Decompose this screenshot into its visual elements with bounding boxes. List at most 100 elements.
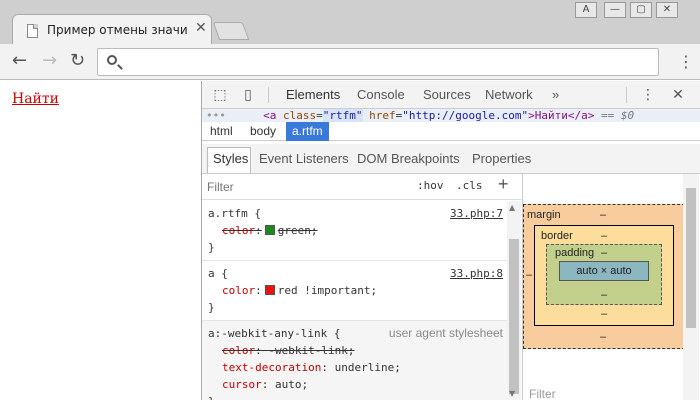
rule-property: cursor: auto; — [222, 378, 309, 391]
attr-class-name: class — [283, 109, 317, 122]
tab-elements[interactable]: Elements — [279, 87, 347, 111]
rule-property: color: -webkit-link; — [222, 344, 355, 357]
address-bar[interactable] — [97, 48, 659, 76]
browser-menu-icon[interactable]: ⋮ — [678, 52, 694, 72]
selected-element-line[interactable]: ••• <a class="rtfm" href="http://google.… — [202, 109, 700, 122]
page-icon — [27, 24, 38, 38]
browser-tab[interactable]: Пример отмены значимости ✕ — [12, 14, 212, 46]
styles-subtabs: Styles Event Listeners DOM Breakpoints P… — [202, 144, 700, 174]
divider — [268, 87, 269, 103]
rule-source-label: user agent stylesheet — [388, 326, 503, 340]
border-bottom-value[interactable]: – — [601, 308, 607, 320]
scrollbar-thumb[interactable] — [686, 188, 696, 328]
rule-property: text-decoration: underline; — [222, 361, 401, 374]
devtools-panel: ⬚ ▯ Elements Console Sources Network » ⋮… — [201, 81, 700, 400]
box-model-padding[interactable]: padding – – auto × auto — [546, 244, 662, 305]
element-text: >Найти</a> — [528, 109, 595, 122]
rule-property[interactable]: color: red !important; — [208, 282, 501, 299]
browser-toolbar: ← → ↻ ⋮ — [0, 44, 700, 80]
rule-close: } — [208, 241, 215, 254]
margin-bottom-value[interactable]: – — [600, 331, 606, 343]
search-icon — [107, 55, 117, 65]
subtab-event-listeners[interactable]: Event Listeners — [259, 151, 349, 166]
rule-source-link[interactable]: 33.php:7 — [450, 205, 503, 222]
tab-console[interactable]: Console — [357, 87, 405, 102]
margin-top-value[interactable]: – — [600, 209, 606, 221]
forward-icon[interactable]: → — [42, 50, 57, 72]
box-model-pane: margin – – – – border – – padding – – au… — [522, 174, 700, 400]
console-ref: == $0 — [600, 109, 635, 122]
rule-property[interactable]: color: green; — [208, 222, 501, 239]
close-devtools-icon[interactable]: ✕ — [670, 87, 686, 103]
hov-toggle[interactable]: :hov — [417, 179, 444, 192]
address-input[interactable] — [126, 53, 646, 71]
box-model-border[interactable]: border – – padding – – auto × auto — [534, 225, 674, 326]
divider — [626, 87, 627, 103]
property-value: green; — [277, 224, 318, 237]
cls-toggle[interactable]: .cls — [456, 179, 483, 192]
border-top-value[interactable]: – — [601, 230, 607, 242]
title-bar: Пример отмены значимости ✕ A — ▢ ✕ — [0, 0, 700, 46]
padding-label: padding — [555, 247, 595, 259]
close-window-button[interactable]: ✕ — [656, 2, 678, 18]
page-viewport: Найти — [0, 81, 201, 400]
box-model-content[interactable]: auto × auto — [559, 261, 649, 281]
color-swatch[interactable] — [264, 285, 275, 295]
devtools-toolbar: ⬚ ▯ Elements Console Sources Network » ⋮… — [202, 81, 700, 111]
rule-a-rtfm: a.rtfm { 33.php:7 color: green; } — [202, 201, 507, 261]
crumb-html[interactable]: html — [204, 122, 239, 141]
device-toolbar-icon[interactable]: ▯ — [240, 87, 256, 103]
tag-open: <a — [263, 109, 277, 122]
color-swatch[interactable] — [264, 225, 275, 235]
more-tabs-icon[interactable]: » — [552, 87, 559, 102]
back-icon[interactable]: ← — [12, 50, 27, 72]
new-tab-button[interactable] — [212, 22, 250, 40]
crumb-a-rtfm[interactable]: a.rtfm — [286, 122, 329, 141]
styles-scrollbar[interactable]: ▲ ▼ — [507, 201, 521, 400]
box-model-margin[interactable]: margin – – – – border – – padding – – au… — [523, 204, 695, 349]
tab-sources[interactable]: Sources — [423, 87, 471, 102]
padding-top-value[interactable]: – — [601, 247, 607, 259]
subtab-styles[interactable]: Styles — [213, 151, 248, 166]
devtools-menu-icon[interactable]: ⋮ — [640, 87, 656, 103]
add-rule-icon[interactable]: + — [498, 174, 509, 195]
property-name: cursor — [222, 378, 262, 391]
reload-icon[interactable]: ↻ — [70, 50, 85, 72]
subtab-dom-breakpoints[interactable]: DOM Breakpoints — [357, 151, 460, 166]
property-value: auto; — [275, 378, 309, 391]
style-rules: a.rtfm { 33.php:7 color: green; } a { 33.… — [202, 201, 507, 400]
scrollbar-thumb[interactable] — [509, 239, 519, 394]
inspect-element-icon[interactable]: ⬚ — [212, 87, 228, 103]
scroll-up-icon[interactable]: ▲ — [509, 203, 515, 212]
breadcrumb: html body a.rtfm — [202, 122, 700, 141]
page-link[interactable]: Найти — [12, 91, 59, 107]
styles-filter-input[interactable] — [207, 178, 397, 196]
tab-network[interactable]: Network — [485, 87, 533, 102]
property-name: color — [222, 224, 256, 237]
scroll-down-icon[interactable]: ▼ — [509, 389, 515, 398]
property-name: color — [222, 344, 256, 357]
property-name: color — [222, 284, 256, 297]
box-model-scrollbar[interactable] — [683, 174, 699, 400]
crumb-body[interactable]: body — [244, 122, 282, 141]
minimize-button[interactable]: — — [604, 2, 626, 18]
subtab-properties[interactable]: Properties — [472, 151, 531, 166]
padding-bottom-value[interactable]: – — [601, 289, 607, 301]
profile-icon[interactable]: A — [575, 2, 597, 18]
property-value: underline; — [334, 361, 401, 374]
box-filter-label: Filter — [529, 387, 556, 400]
border-label: border — [541, 230, 573, 242]
tab-title: Пример отмены значимости — [47, 23, 187, 37]
margin-label: margin — [527, 209, 561, 221]
ellipsis: ••• — [206, 109, 226, 122]
attr-href-value[interactable]: "http://google.com" — [402, 109, 528, 122]
property-value: red !important; — [277, 284, 378, 297]
rule-source-link[interactable]: 33.php:8 — [450, 265, 503, 282]
property-name: text-decoration — [222, 361, 322, 374]
margin-left-value[interactable]: – — [526, 269, 532, 281]
attr-href-name: href — [369, 109, 396, 122]
tab-close-icon[interactable]: ✕ — [195, 20, 207, 36]
maximize-button[interactable]: ▢ — [630, 2, 652, 18]
rule-close: } — [208, 393, 501, 400]
rule-webkit-any-link: a:-webkit-any-link { user agent styleshe… — [202, 321, 507, 400]
